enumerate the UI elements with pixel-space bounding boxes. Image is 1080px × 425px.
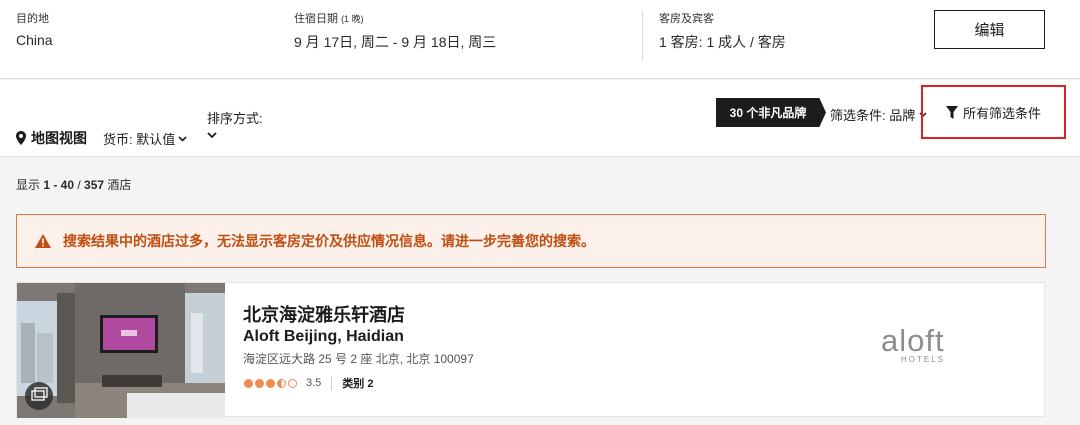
dates-label-row: 住宿日期 (1 晚) (294, 10, 496, 26)
all-filters-label: 所有筛选条件 (962, 105, 1041, 121)
search-summary-bar: 目的地 China 住宿日期 (1 晚) 9 月 17日, 周二 - 9 月 1… (0, 0, 1080, 79)
destination-field[interactable]: 目的地 China (16, 10, 53, 48)
brands-count-badge[interactable]: 30 个非凡品牌 (716, 98, 826, 127)
results-total: 357 (84, 178, 105, 192)
currency-label: 货币: 默认值 (103, 132, 176, 147)
chevron-down-icon (178, 135, 187, 142)
hotel-name-english[interactable]: Aloft Beijing, Haidian (243, 328, 404, 346)
brand-filter-label: 筛选条件: 品牌 (830, 108, 916, 123)
svg-text:aloft: aloft (881, 323, 945, 358)
currency-dropdown[interactable]: 货币: 默认值 (103, 129, 187, 148)
rooms-value: 1 客房: 1 成人 / 客房 (659, 34, 786, 50)
divider (331, 376, 333, 390)
filter-funnel-icon (945, 105, 958, 119)
hotel-name-chinese[interactable]: 北京海淀雅乐轩酒店 (243, 301, 405, 327)
dates-value: 9 月 17日, 周二 - 9 月 18日, 周三 (294, 34, 497, 50)
hotel-room-image (17, 283, 225, 418)
results-separator: / (74, 178, 85, 192)
dates-label: 住宿日期 (294, 13, 338, 25)
sort-label: 排序方式: (207, 111, 263, 126)
rating-score: 3.5 (306, 377, 322, 389)
results-toolbar: 地图视图 货币: 默认值 排序方式: 30 个非凡品牌 筛选条件: 品牌 所有筛… (0, 80, 1080, 157)
sort-dropdown-chevron-icon[interactable] (207, 132, 217, 139)
hotel-photo[interactable] (17, 283, 225, 418)
map-view-button[interactable]: 地图视图 (16, 128, 87, 148)
rating-circles-icon (244, 378, 297, 388)
warning-text: 搜索结果中的酒店过多，无法显示客房定价及供应情况信息。请进一步完善您的搜索。 (63, 233, 595, 249)
rooms-label: 客房及宾客 (659, 13, 714, 25)
results-count-suffix: 酒店 (104, 178, 132, 192)
results-count-prefix: 显示 (16, 178, 44, 192)
rooms-field[interactable]: 客房及宾客 1 客房: 1 成人 / 客房 (659, 10, 786, 52)
edit-button[interactable]: 编辑 (934, 10, 1045, 49)
divider (642, 10, 643, 61)
map-view-label: 地图视图 (31, 130, 87, 146)
destination-label: 目的地 (16, 13, 49, 25)
hotel-rating-row: 3.5 类别 2 (243, 375, 373, 391)
brand-filter-dropdown[interactable]: 筛选条件: 品牌 (830, 105, 927, 124)
warning-icon (35, 234, 51, 248)
all-filters-button[interactable]: 所有筛选条件 (921, 85, 1066, 139)
brand-logo: aloft HOTELS (877, 319, 967, 365)
hotel-card[interactable]: 北京海淀雅乐轩酒店 Aloft Beijing, Haidian 海淀区远大路 … (16, 282, 1045, 418)
aloft-logo-icon: aloft HOTELS (881, 323, 945, 364)
svg-text:HOTELS: HOTELS (901, 355, 945, 364)
results-count: 显示 1 - 40 / 357 酒店 (16, 176, 131, 193)
nights-count: (1 晚) (341, 14, 364, 24)
hotel-category: 类别 2 (342, 378, 374, 390)
warning-banner: 搜索结果中的酒店过多，无法显示客房定价及供应情况信息。请进一步完善您的搜索。 (16, 214, 1046, 268)
results-range: 1 - 40 (43, 178, 75, 192)
dates-field[interactable]: 住宿日期 (1 晚) 9 月 17日, 周二 - 9 月 18日, 周三 (294, 10, 496, 52)
destination-value: China (16, 32, 53, 48)
map-pin-icon (16, 131, 26, 145)
hotel-address: 海淀区远大路 25 号 2 座 北京, 北京 100097 (243, 352, 474, 366)
